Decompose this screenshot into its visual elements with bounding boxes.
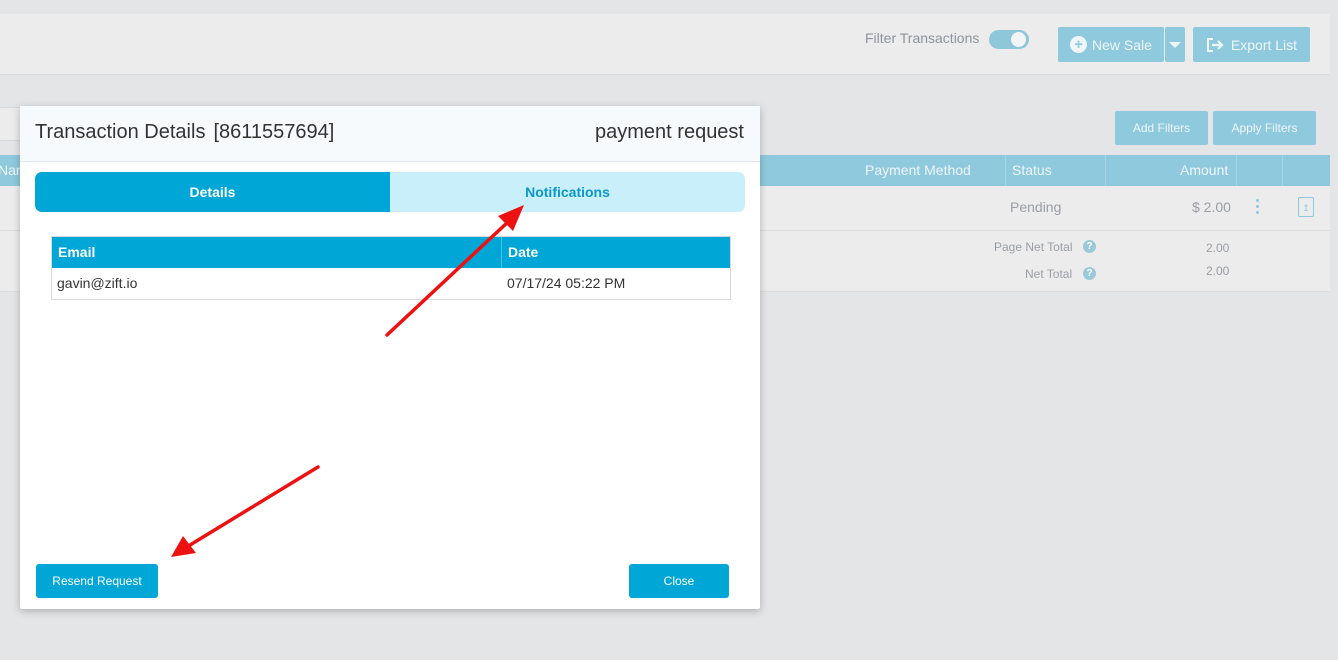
pdf-icon[interactable]: ↥	[1298, 197, 1314, 217]
row-amount: $ 2.00	[1192, 199, 1231, 215]
column-divider	[1005, 155, 1006, 186]
search-field-partial[interactable]	[0, 107, 22, 141]
column-header-amount[interactable]: Amount	[1180, 162, 1228, 178]
column-header-date: Date	[508, 244, 539, 260]
tab-details-label: Details	[189, 184, 236, 200]
transaction-details-modal: Transaction Details [8611557694] payment …	[20, 106, 760, 609]
close-button[interactable]: Close	[629, 564, 729, 598]
notification-email: gavin@zift.io	[57, 275, 138, 291]
tab-notifications-label: Notifications	[525, 184, 610, 200]
new-sale-dropdown-button[interactable]	[1165, 27, 1185, 62]
apply-filters-label: Apply Filters	[1231, 121, 1298, 135]
chevron-down-icon	[1169, 41, 1181, 48]
help-icon[interactable]: ?	[1083, 240, 1096, 253]
export-list-button[interactable]: Export List	[1193, 27, 1310, 62]
modal-title-text: Transaction Details	[35, 121, 206, 143]
modal-tabs: Details Notifications	[35, 172, 745, 212]
export-list-label: Export List	[1230, 36, 1298, 53]
filter-transactions-toggle[interactable]	[989, 30, 1029, 49]
column-header-payment-method[interactable]: Payment Method	[865, 162, 971, 178]
export-icon	[1206, 37, 1224, 52]
toggle-knob	[1011, 32, 1026, 47]
resend-request-button[interactable]: Resend Request	[36, 564, 158, 598]
notification-date: 07/17/24 05:22 PM	[507, 275, 626, 291]
modal-title: Transaction Details [8611557694]	[35, 121, 334, 144]
close-label: Close	[663, 574, 695, 588]
add-filters-button[interactable]: Add Filters	[1115, 111, 1208, 145]
transaction-type: payment request	[595, 121, 744, 143]
net-total-label: Net Total	[1025, 267, 1073, 281]
new-sale-label: New Sale	[1092, 36, 1152, 53]
notifications-table-header: Email Date	[52, 237, 730, 268]
column-header-email: Email	[52, 237, 502, 268]
notifications-table: Email Date gavin@zift.io 07/17/24 05:22 …	[51, 236, 731, 300]
modal-header: Transaction Details [8611557694] payment …	[20, 106, 760, 162]
column-divider	[1236, 155, 1237, 186]
table-row: gavin@zift.io 07/17/24 05:22 PM	[52, 268, 730, 299]
column-divider	[1282, 155, 1283, 186]
row-status: Pending	[1010, 199, 1062, 215]
column-header-status[interactable]: Status	[1012, 162, 1052, 178]
net-total-value: 2.00	[1206, 264, 1230, 278]
filter-transactions-label: Filter Transactions	[865, 30, 980, 46]
page-net-total-label: Page Net Total	[994, 240, 1073, 254]
tab-details[interactable]: Details	[35, 172, 390, 212]
transaction-id: [8611557694]	[213, 121, 335, 143]
resend-request-label: Resend Request	[52, 574, 142, 588]
tab-notifications[interactable]: Notifications	[390, 172, 745, 212]
apply-filters-button[interactable]: Apply Filters	[1213, 111, 1316, 145]
plus-circle-icon: +	[1070, 36, 1088, 53]
column-divider	[1105, 155, 1106, 186]
add-filters-label: Add Filters	[1132, 121, 1191, 135]
page-net-total-value: 2.00	[1206, 241, 1230, 255]
new-sale-button[interactable]: + New Sale	[1058, 27, 1164, 62]
kebab-menu-icon[interactable]	[1256, 199, 1260, 217]
help-icon[interactable]: ?	[1083, 267, 1096, 280]
column-header-name[interactable]: Nar	[0, 162, 21, 178]
